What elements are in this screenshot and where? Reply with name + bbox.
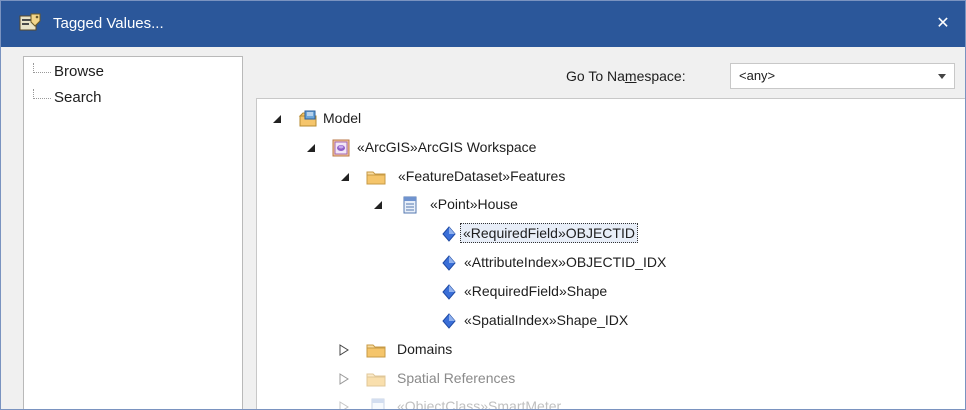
nav-item-label: Search bbox=[54, 89, 102, 106]
tree-connector bbox=[33, 63, 51, 73]
namespace-label-part: Go To Na bbox=[566, 68, 625, 84]
folder-icon bbox=[366, 370, 386, 388]
tree-node-label: Spatial References bbox=[397, 370, 516, 386]
class-icon bbox=[401, 196, 419, 214]
namespace-label: Go To Namespace: bbox=[566, 68, 686, 84]
tree-node-label: «Point»House bbox=[430, 196, 518, 212]
folder-icon bbox=[366, 168, 386, 186]
class-icon bbox=[369, 398, 387, 409]
attribute-icon bbox=[440, 312, 458, 330]
tree-node-label: «ObjectClass»SmartMeter bbox=[397, 398, 562, 410]
close-button[interactable]: ✕ bbox=[929, 11, 957, 37]
workspace-icon bbox=[332, 139, 350, 157]
attribute-icon bbox=[440, 254, 458, 272]
tree-node-label: Domains bbox=[397, 341, 453, 357]
tree-node-label: «AttributeIndex»OBJECTID_IDX bbox=[464, 254, 667, 270]
chevron-down-icon[interactable] bbox=[938, 74, 946, 79]
tagged-values-icon bbox=[19, 13, 41, 33]
nav-item-label: Browse bbox=[54, 63, 105, 80]
expanded-triangle-icon[interactable] bbox=[371, 198, 385, 212]
namespace-dropdown[interactable]: <any> bbox=[730, 63, 955, 89]
nav-item-browse[interactable]: Browse bbox=[33, 63, 233, 83]
attribute-icon bbox=[440, 283, 458, 301]
namespace-label-accelerator: m bbox=[624, 68, 637, 84]
expanded-triangle-icon[interactable] bbox=[270, 112, 284, 126]
expanded-triangle-icon[interactable] bbox=[338, 170, 352, 184]
tagged-values-dialog: Tagged Values... ✕ Browse Search Go To N… bbox=[0, 0, 966, 410]
tree-node-label: «ArcGIS»ArcGIS Workspace bbox=[357, 139, 537, 155]
collapsed-triangle-icon[interactable] bbox=[337, 400, 351, 409]
tree-connector bbox=[33, 89, 51, 99]
attribute-icon bbox=[440, 225, 458, 243]
title-bar[interactable]: Tagged Values... ✕ bbox=[1, 1, 965, 47]
collapsed-triangle-icon[interactable] bbox=[337, 343, 351, 357]
tree-node-label: «RequiredField»Shape bbox=[464, 283, 608, 299]
tagged-values-tree[interactable]: Model «ArcGIS»ArcGIS Workspace «FeatureD… bbox=[256, 98, 965, 410]
namespace-label-part: espace: bbox=[636, 68, 686, 84]
expanded-triangle-icon[interactable] bbox=[304, 141, 318, 155]
model-package-icon bbox=[298, 110, 317, 128]
namespace-value: <any> bbox=[739, 68, 776, 83]
tree-node-label: «RequiredField»OBJECTID bbox=[460, 223, 638, 243]
tree-node-label: «SpatialIndex»Shape_IDX bbox=[464, 312, 629, 328]
nav-item-search[interactable]: Search bbox=[33, 89, 233, 109]
tree-node-label: Model bbox=[323, 110, 362, 126]
window-title: Tagged Values... bbox=[53, 15, 164, 32]
folder-icon bbox=[366, 341, 386, 359]
collapsed-triangle-icon[interactable] bbox=[337, 372, 351, 386]
navigation-panel: Browse Search bbox=[23, 56, 243, 409]
tree-node-label: «FeatureDataset»Features bbox=[398, 168, 566, 184]
